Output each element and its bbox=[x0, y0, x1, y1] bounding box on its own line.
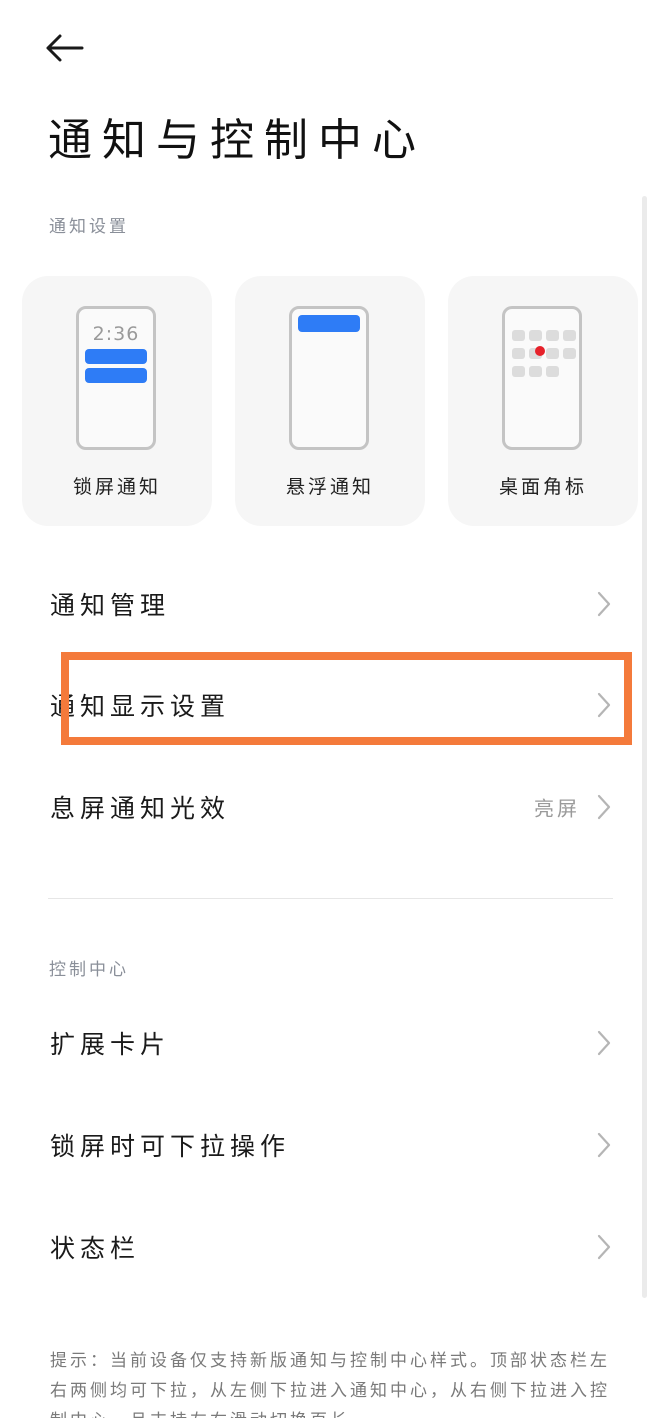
floating-preview-icon bbox=[289, 306, 369, 450]
card-label: 锁屏通知 bbox=[72, 476, 161, 498]
back-button[interactable] bbox=[44, 28, 92, 68]
preview-time: 2:36 bbox=[92, 323, 140, 345]
row-label: 通知管理 bbox=[50, 591, 171, 620]
scrollbar[interactable] bbox=[642, 196, 647, 1298]
card-lockscreen-notification[interactable]: 2:36 锁屏通知 bbox=[22, 276, 212, 526]
card-desktop-badge[interactable]: 桌面角标 bbox=[448, 276, 638, 526]
app-dot bbox=[512, 348, 525, 359]
chevron-right-icon bbox=[597, 1132, 611, 1158]
badge-preview-icon bbox=[502, 306, 582, 450]
page-title: 通知与控制中心 bbox=[48, 115, 426, 166]
row-label: 通知显示设置 bbox=[50, 692, 231, 721]
tip-text: 提示：当前设备仅支持新版通知与控制中心样式。顶部状态栏左右两侧均可下拉，从左侧下… bbox=[50, 1351, 610, 1418]
chevron-right-icon bbox=[597, 1030, 611, 1056]
card-label: 悬浮通知 bbox=[285, 476, 374, 498]
chevron-right-icon bbox=[597, 794, 611, 820]
chevron-right-icon bbox=[597, 692, 611, 718]
row-label: 锁屏时可下拉操作 bbox=[50, 1132, 291, 1161]
app-dot bbox=[546, 330, 559, 341]
preview-notification-bar bbox=[85, 368, 147, 383]
chevron-right-icon bbox=[597, 1234, 611, 1260]
row-label: 息屏通知光效 bbox=[50, 794, 231, 823]
app-dot bbox=[529, 366, 542, 377]
section-label-control-center: 控制中心 bbox=[49, 960, 129, 980]
row-label: 状态栏 bbox=[50, 1234, 141, 1263]
row-extended-cards[interactable]: 扩展卡片 bbox=[0, 1003, 660, 1083]
card-label: 桌面角标 bbox=[498, 476, 587, 498]
section-label-notification: 通知设置 bbox=[49, 217, 129, 237]
app-dot bbox=[563, 348, 576, 359]
row-screen-off-light-effect[interactable]: 息屏通知光效 亮屏 bbox=[0, 767, 660, 847]
lockscreen-preview-icon: 2:36 bbox=[76, 306, 156, 450]
app-dot bbox=[546, 348, 559, 359]
chevron-right-icon bbox=[597, 591, 611, 617]
row-label: 扩展卡片 bbox=[50, 1030, 171, 1059]
row-notification-display-settings[interactable]: 通知显示设置 bbox=[0, 665, 660, 745]
card-floating-notification[interactable]: 悬浮通知 bbox=[235, 276, 425, 526]
app-dot bbox=[563, 330, 576, 341]
row-status-bar[interactable]: 状态栏 bbox=[0, 1207, 660, 1287]
section-divider bbox=[48, 898, 613, 899]
app-dot bbox=[512, 330, 525, 341]
row-lockscreen-pulldown[interactable]: 锁屏时可下拉操作 bbox=[0, 1105, 660, 1185]
preview-floating-bar bbox=[298, 315, 360, 332]
row-value: 亮屏 bbox=[534, 796, 580, 821]
row-notification-management[interactable]: 通知管理 bbox=[0, 564, 660, 644]
notification-style-cards: 2:36 锁屏通知 悬浮通知 桌面角标 bbox=[22, 276, 638, 526]
app-dot bbox=[546, 366, 559, 377]
preview-notification-bar bbox=[85, 349, 147, 364]
badge-dot-icon bbox=[535, 346, 545, 356]
app-dot bbox=[512, 366, 525, 377]
app-dot bbox=[529, 330, 542, 341]
back-arrow-icon bbox=[46, 34, 84, 62]
